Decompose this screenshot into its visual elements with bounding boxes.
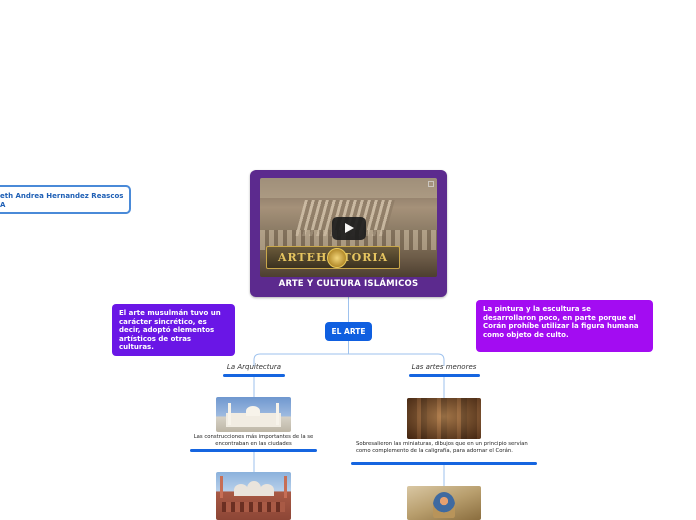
artes-menores-description-underline <box>351 462 537 465</box>
brand-emblem-icon <box>327 248 347 268</box>
branch-label-arquitectura[interactable]: La Arquitectura <box>214 363 294 371</box>
central-topic[interactable]: ARTEHISTORIA ARTE Y CULTURA ISLÁMICOS <box>250 170 447 297</box>
video-thumbnail[interactable]: ARTEHISTORIA <box>260 178 437 277</box>
branch-underline-artes-menores <box>409 374 480 377</box>
arquitectura-description-underline <box>190 449 317 452</box>
video-brand-logo: ARTEHISTORIA <box>266 246 400 269</box>
author-node-label: eth Andrea Hernandez Reascos A <box>0 192 124 209</box>
branch-underline-arquitectura <box>223 374 285 377</box>
miniature-painting-image <box>407 486 481 520</box>
callout-pintura-escultura[interactable]: La pintura y la escultura se desarrollar… <box>476 300 653 352</box>
fullscreen-icon[interactable] <box>428 181 434 187</box>
manuscript-photo-image <box>407 398 481 439</box>
branch-label-artes-menores[interactable]: Las artes menores <box>400 363 488 371</box>
central-topic-title: ARTE Y CULTURA ISLÁMICOS <box>278 279 419 289</box>
red-mosque-photo-image <box>216 472 291 520</box>
video-sky <box>260 178 437 198</box>
arquitectura-description: Las construcciones más importantes de la… <box>193 434 314 447</box>
play-icon[interactable] <box>332 217 366 240</box>
artes-menores-description: Sobresalieron las miniaturas, dibujos qu… <box>356 441 528 454</box>
author-node[interactable]: eth Andrea Hernandez Reascos A <box>0 185 131 214</box>
callout-sincretico[interactable]: El arte musulmán tuvo un carácter sincré… <box>112 304 235 356</box>
main-node-el-arte[interactable]: EL ARTE <box>325 322 372 341</box>
mosque-photo-image <box>216 397 291 432</box>
